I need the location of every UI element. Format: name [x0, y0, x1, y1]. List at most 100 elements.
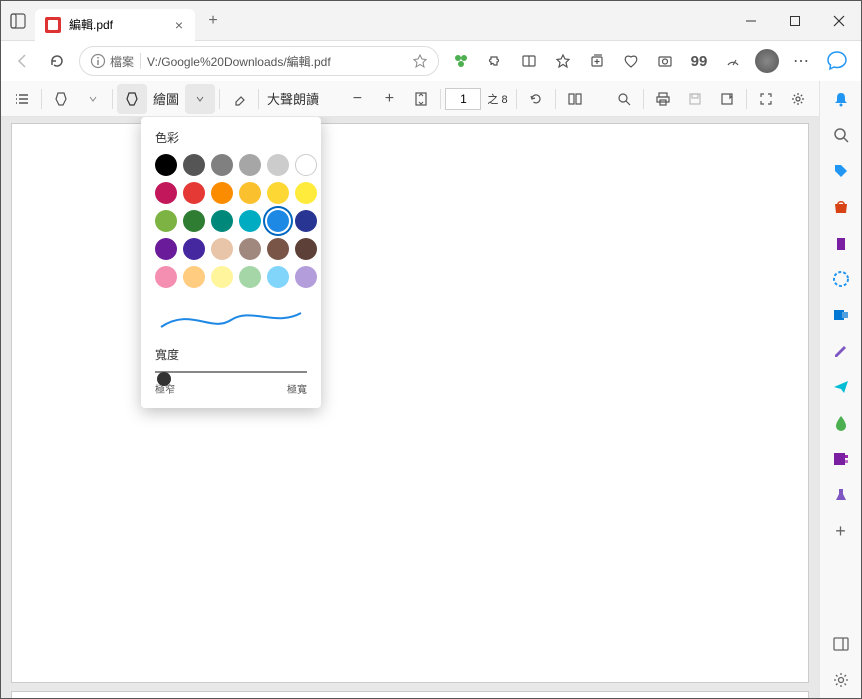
notifications-icon[interactable] [829, 87, 853, 111]
profile-avatar[interactable] [751, 45, 783, 77]
color-swatch[interactable] [183, 182, 205, 204]
erase-tool[interactable] [224, 84, 254, 114]
color-swatch[interactable] [295, 210, 317, 232]
page-view-button[interactable] [560, 84, 590, 114]
color-swatch[interactable] [155, 154, 177, 176]
draw-dropdown[interactable] [185, 84, 215, 114]
menu-button[interactable]: ⋯ [785, 45, 817, 77]
search-sidebar-icon[interactable] [829, 123, 853, 147]
print-button[interactable] [648, 84, 678, 114]
color-swatch[interactable] [267, 154, 289, 176]
color-swatch[interactable] [211, 266, 233, 288]
color-swatch[interactable] [239, 210, 261, 232]
tools-icon[interactable] [829, 267, 853, 291]
back-button[interactable] [7, 45, 39, 77]
new-tab-button[interactable]: + [199, 7, 227, 35]
color-swatch[interactable] [239, 154, 261, 176]
color-swatch[interactable] [183, 154, 205, 176]
settings-button[interactable] [783, 84, 813, 114]
highlight-dropdown[interactable] [78, 84, 108, 114]
pdf-page [11, 123, 809, 683]
edit-sidebar-icon[interactable] [829, 339, 853, 363]
draw-label: 繪圖 [149, 89, 183, 108]
window-close-button[interactable] [817, 1, 861, 41]
color-swatch[interactable] [211, 154, 233, 176]
color-swatch[interactable] [183, 266, 205, 288]
slider-max-label: 極寬 [287, 381, 307, 396]
outlook-icon[interactable] [829, 303, 853, 327]
quotes-icon[interactable]: 99 [683, 45, 715, 77]
send-icon[interactable] [829, 375, 853, 399]
fullscreen-button[interactable] [751, 84, 781, 114]
pdf-page [11, 691, 809, 698]
color-swatch[interactable] [267, 210, 289, 232]
pdf-viewport[interactable]: 色彩 寬度 極窄 極寬 [1, 117, 819, 698]
stroke-preview [155, 300, 307, 340]
sidebar-toggle-icon[interactable] [829, 632, 853, 656]
tag-icon[interactable] [829, 159, 853, 183]
address-bar[interactable]: 檔案 V:/Google%20Downloads/編輯.pdf [79, 46, 439, 76]
shopping-icon[interactable] [829, 195, 853, 219]
read-aloud-button[interactable]: 大聲朗讀 [263, 89, 323, 108]
collections-icon[interactable] [581, 45, 613, 77]
highlight-tool[interactable] [46, 84, 76, 114]
color-swatch[interactable] [183, 210, 205, 232]
draw-tool[interactable] [117, 84, 147, 114]
page-number-input[interactable] [445, 88, 481, 110]
reading-list-icon[interactable] [513, 45, 545, 77]
sidebar-settings-icon[interactable] [829, 668, 853, 692]
zoom-out-button[interactable]: − [342, 84, 372, 114]
color-swatch[interactable] [267, 182, 289, 204]
color-swatch[interactable] [155, 182, 177, 204]
screenshot-icon[interactable] [649, 45, 681, 77]
zoom-in-button[interactable]: + [374, 84, 404, 114]
color-swatch[interactable] [267, 238, 289, 260]
browser-tab[interactable]: 編輯.pdf × [35, 9, 195, 41]
refresh-button[interactable] [41, 45, 73, 77]
rotate-button[interactable] [521, 84, 551, 114]
health-icon[interactable] [615, 45, 647, 77]
favorites-icon[interactable] [547, 45, 579, 77]
save-as-button[interactable] [712, 84, 742, 114]
extensions-icon[interactable] [479, 45, 511, 77]
save-button[interactable] [680, 84, 710, 114]
search-button[interactable] [609, 84, 639, 114]
color-swatch[interactable] [295, 154, 317, 176]
add-sidebar-button[interactable]: + [829, 519, 853, 543]
color-swatch[interactable] [155, 266, 177, 288]
onenote-icon[interactable] [829, 447, 853, 471]
width-section-label: 寬度 [155, 346, 307, 363]
site-info-button[interactable]: 檔案 [90, 53, 134, 70]
color-swatch[interactable] [239, 238, 261, 260]
lab-icon[interactable] [829, 483, 853, 507]
url-info-label: 檔案 [110, 53, 134, 70]
tab-overview-button[interactable] [1, 1, 35, 41]
color-swatch[interactable] [183, 238, 205, 260]
games-icon[interactable] [829, 231, 853, 255]
bing-chat-button[interactable] [819, 43, 855, 79]
width-slider[interactable] [155, 371, 307, 373]
color-swatch[interactable] [155, 238, 177, 260]
window-maximize-button[interactable] [773, 1, 817, 41]
pdf-file-icon [45, 17, 61, 33]
tab-close-button[interactable]: × [171, 17, 187, 33]
ext-puzzle-icon[interactable] [445, 45, 477, 77]
drop-icon[interactable] [829, 411, 853, 435]
color-swatch[interactable] [295, 266, 317, 288]
color-swatch[interactable] [295, 182, 317, 204]
color-swatch[interactable] [211, 182, 233, 204]
color-swatch[interactable] [267, 266, 289, 288]
color-swatch[interactable] [239, 266, 261, 288]
contents-button[interactable] [7, 84, 37, 114]
favorite-button[interactable] [412, 53, 428, 69]
window-minimize-button[interactable] [729, 1, 773, 41]
color-swatch[interactable] [155, 210, 177, 232]
color-swatch[interactable] [295, 238, 317, 260]
color-section-label: 色彩 [155, 129, 307, 146]
performance-icon[interactable] [717, 45, 749, 77]
color-swatch[interactable] [239, 182, 261, 204]
color-swatch[interactable] [211, 210, 233, 232]
color-swatch[interactable] [211, 238, 233, 260]
fit-page-button[interactable] [406, 84, 436, 114]
url-text: V:/Google%20Downloads/編輯.pdf [147, 53, 331, 70]
